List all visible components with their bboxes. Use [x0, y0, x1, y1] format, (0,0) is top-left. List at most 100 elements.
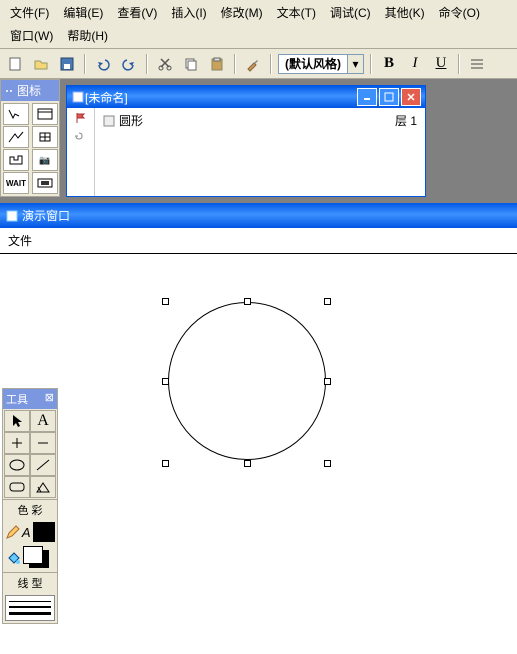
presentation-file-menu[interactable]: 文件 [8, 234, 32, 248]
cut-icon[interactable] [154, 53, 176, 75]
menu-insert[interactable]: 插入(I) [165, 2, 212, 23]
separator [458, 54, 460, 74]
menu-command[interactable]: 命令(O) [433, 2, 486, 23]
ellipse-tool[interactable] [4, 454, 30, 476]
underline-button[interactable]: U [430, 53, 452, 75]
main-toolbar: (默认风格) ▾ B I U [0, 49, 517, 79]
menu-text[interactable]: 文本(T) [271, 2, 322, 23]
minimize-button[interactable] [357, 88, 377, 106]
new-icon[interactable] [4, 53, 26, 75]
flag-icon[interactable] [75, 112, 87, 124]
roundrect-tool[interactable] [4, 476, 30, 498]
doc-titlebar[interactable]: [未命名] [67, 86, 425, 108]
workspace: 图标 📷 WAIT [未命名] [0, 79, 517, 203]
icon-panel-label: 图标 [17, 82, 41, 99]
menubar: 文件(F) 编辑(E) 查看(V) 插入(I) 修改(M) 文本(T) 调试(C… [0, 0, 517, 49]
brush-icon[interactable] [242, 53, 264, 75]
handle-ne[interactable] [324, 298, 331, 305]
menu-modify[interactable]: 修改(M) [215, 2, 269, 23]
bucket-icon[interactable] [5, 550, 21, 566]
menu-help[interactable]: 帮助(H) [61, 25, 114, 46]
stroke-color-row: A [3, 520, 57, 544]
menu-view[interactable]: 查看(V) [111, 2, 163, 23]
doc-body: 圆形 层 1 [67, 108, 425, 196]
line-section-label: 线 型 [3, 572, 57, 593]
close-button[interactable] [401, 88, 421, 106]
outline-pane [67, 108, 95, 196]
copy-icon[interactable] [180, 53, 202, 75]
fill-color-row [3, 544, 57, 572]
handle-sw[interactable] [162, 460, 169, 467]
icon-tool-2[interactable] [32, 103, 58, 125]
tools-panel: 工具 ⊠ A 色 彩 A 线 型 [2, 388, 58, 624]
grip-icon [5, 86, 15, 96]
document-window: [未命名] 圆形 层 1 [66, 85, 426, 197]
italic-button[interactable]: I [404, 53, 426, 75]
circle-shape[interactable] [168, 302, 326, 460]
handle-n[interactable] [244, 298, 251, 305]
menu-file[interactable]: 文件(F) [4, 2, 55, 23]
icon-tool-4[interactable] [32, 126, 58, 148]
presentation-title: 演示窗口 [22, 207, 70, 224]
maximize-button[interactable] [379, 88, 399, 106]
tools-close-icon[interactable]: ⊠ [45, 391, 54, 407]
separator [234, 54, 236, 74]
menu-other[interactable]: 其他(K) [379, 2, 431, 23]
menu-edit[interactable]: 编辑(E) [57, 2, 109, 23]
handle-w[interactable] [162, 378, 169, 385]
redo-icon[interactable] [118, 53, 140, 75]
text-tool[interactable]: A [30, 410, 56, 432]
polygon-tool[interactable] [30, 476, 56, 498]
dropdown-arrow-icon[interactable]: ▾ [347, 55, 363, 73]
outline-content: 圆形 [95, 108, 151, 196]
tools-title-text: 工具 [6, 391, 28, 407]
line-thick [9, 612, 51, 615]
stroke-swatch[interactable] [33, 522, 55, 542]
arrow-tool[interactable] [4, 410, 30, 432]
tools-panel-title: 工具 ⊠ [3, 389, 57, 409]
line-tool[interactable] [30, 454, 56, 476]
separator [270, 54, 272, 74]
separator [370, 54, 372, 74]
icon-tool-8[interactable] [32, 172, 58, 194]
fill-swatch-front[interactable] [23, 546, 43, 564]
outline-item[interactable]: 圆形 [119, 112, 143, 129]
icon-tool-6[interactable]: 📷 [32, 149, 58, 171]
handle-se[interactable] [324, 460, 331, 467]
style-combo-label: (默认风格) [279, 55, 347, 72]
presentation-menu: 文件 [0, 228, 517, 254]
align-icon[interactable] [466, 53, 488, 75]
save-icon[interactable] [56, 53, 78, 75]
undo-icon[interactable] [92, 53, 114, 75]
handle-s[interactable] [244, 460, 251, 467]
handle-e[interactable] [324, 378, 331, 385]
text-color-a: A [22, 525, 31, 540]
canvas[interactable] [0, 254, 517, 654]
separator [84, 54, 86, 74]
bold-button[interactable]: B [378, 53, 400, 75]
icon-tool-5[interactable] [3, 149, 29, 171]
presentation-titlebar: 演示窗口 [0, 203, 517, 228]
handle-nw[interactable] [162, 298, 169, 305]
shape-icon [103, 115, 115, 127]
line-med [9, 606, 51, 608]
menu-debug[interactable]: 调试(C) [324, 2, 377, 23]
menu-window[interactable]: 窗口(W) [4, 25, 59, 46]
plus-tool[interactable] [4, 432, 30, 454]
icon-tool-7[interactable]: WAIT [3, 172, 29, 194]
style-combo[interactable]: (默认风格) ▾ [278, 54, 364, 74]
icon-tool-1[interactable] [3, 103, 29, 125]
paste-icon[interactable] [206, 53, 228, 75]
tools-grid: A [3, 409, 57, 499]
line-width-selector[interactable] [5, 595, 55, 621]
open-icon[interactable] [30, 53, 52, 75]
presentation-icon [6, 210, 18, 222]
icon-grid: 📷 WAIT [1, 101, 59, 196]
doc-icon [71, 90, 85, 104]
minus-tool[interactable] [30, 432, 56, 454]
pencil-icon[interactable] [5, 524, 20, 540]
hand-icon[interactable] [74, 130, 88, 142]
icon-tool-3[interactable] [3, 126, 29, 148]
icon-panel: 图标 📷 WAIT [0, 79, 60, 197]
line-thin [9, 601, 51, 602]
